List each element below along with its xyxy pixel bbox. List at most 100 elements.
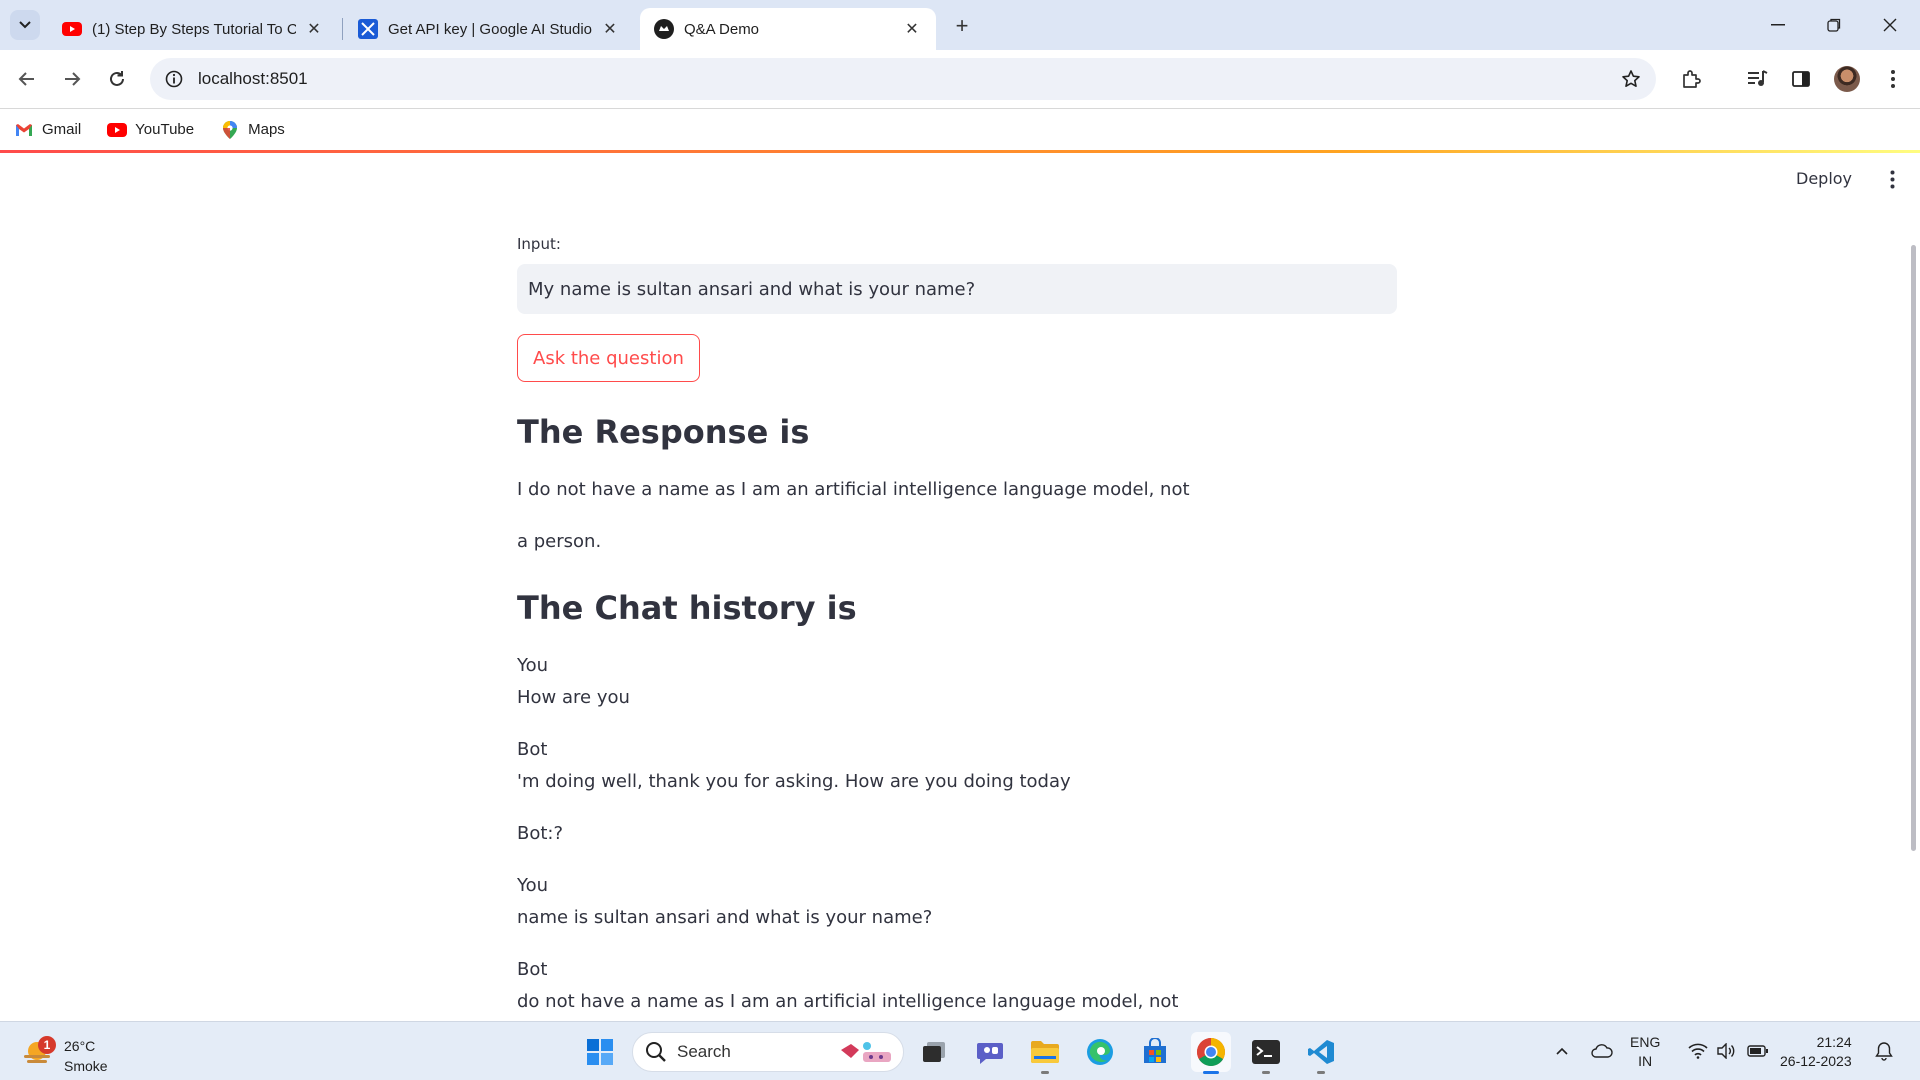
streamlit-icon <box>654 19 674 39</box>
side-panel-icon[interactable] <box>1788 66 1814 92</box>
restore-button[interactable] <box>1814 10 1854 40</box>
teams-icon <box>977 1043 1003 1064</box>
chevron-down-icon <box>19 21 31 29</box>
bookmark-gmail[interactable]: Gmail <box>14 121 81 139</box>
bookmark-label: YouTube <box>135 121 195 138</box>
bookmarks-bar: Gmail YouTube Maps <box>0 108 1920 150</box>
active-indicator <box>1203 1071 1219 1074</box>
tab-title: Q&A Demo <box>684 20 760 38</box>
browser-menu-icon[interactable] <box>1880 66 1906 92</box>
address-bar[interactable]: localhost:8501 <box>150 58 1656 100</box>
history-role: Bot <box>517 959 548 980</box>
taskbar-search[interactable]: Search <box>632 1032 904 1072</box>
tab-youtube-tutorial[interactable]: (1) Step By Steps Tutorial To Cre ✕ <box>48 8 338 50</box>
history-message: name is sultan ansari and what is your n… <box>517 907 933 928</box>
browser-toolbar: localhost:8501 <box>0 50 1920 108</box>
close-icon[interactable]: ✕ <box>902 19 922 39</box>
reload-button[interactable] <box>100 62 134 96</box>
maps-icon <box>220 120 240 139</box>
tab-search-button[interactable] <box>10 10 40 40</box>
back-button[interactable] <box>10 62 44 96</box>
bookmark-youtube[interactable]: YouTube <box>107 121 194 139</box>
question-input[interactable]: My name is sultan ansari and what is you… <box>517 264 1397 314</box>
history-role: Bot <box>517 739 548 760</box>
page-scrollbar[interactable] <box>1911 245 1916 851</box>
arrow-left-icon <box>18 72 34 86</box>
question-input-value[interactable]: My name is sultan ansari and what is you… <box>528 279 975 300</box>
youtube-icon <box>62 19 82 39</box>
media-controls-icon[interactable] <box>1745 66 1771 92</box>
running-indicator <box>1262 1071 1270 1074</box>
minimize-button[interactable] <box>1758 10 1798 40</box>
tab-separator <box>342 18 343 40</box>
language-indicator[interactable]: ENG IN <box>1630 1033 1660 1071</box>
close-icon <box>1883 18 1897 32</box>
close-icon[interactable]: ✕ <box>600 19 620 39</box>
task-view-button[interactable] <box>914 1032 954 1072</box>
system-clock[interactable]: 21:24 26-12-2023 <box>1780 1033 1852 1071</box>
search-icon <box>646 1042 666 1062</box>
microsoft-store-button[interactable] <box>1135 1032 1175 1072</box>
history-message: do not have a name as I am an artificial… <box>517 991 1179 1012</box>
notification-bell-icon[interactable] <box>1870 1036 1898 1066</box>
profile-avatar[interactable] <box>1834 66 1860 92</box>
running-indicator <box>1317 1071 1325 1074</box>
tab-title: Get API key | Google AI Studio <box>388 20 592 38</box>
edge-icon <box>1087 1039 1113 1065</box>
ask-question-button[interactable]: Ask the question <box>517 334 700 382</box>
chevron-up-icon <box>1556 1047 1568 1055</box>
tab-qa-demo[interactable]: Q&A Demo ✕ <box>640 8 936 50</box>
youtube-icon <box>107 121 128 139</box>
volume-icon[interactable] <box>1712 1036 1740 1066</box>
extensions-icon[interactable] <box>1678 66 1704 92</box>
close-window-button[interactable] <box>1870 10 1910 40</box>
show-hidden-icons-button[interactable] <box>1548 1036 1576 1066</box>
chat-history-heading: The Chat history is <box>517 589 857 627</box>
chrome-button[interactable] <box>1191 1032 1231 1074</box>
response-line: I do not have a name as I am an artifici… <box>517 479 1190 500</box>
app-menu-icon[interactable] <box>1882 167 1902 191</box>
new-tab-button[interactable]: + <box>948 12 976 40</box>
site-info-icon[interactable] <box>164 69 184 89</box>
start-button[interactable] <box>580 1032 620 1072</box>
plus-icon: + <box>955 13 969 38</box>
ai-studio-icon <box>358 19 378 39</box>
bookmark-maps[interactable]: Maps <box>220 120 285 139</box>
history-message: How are you <box>517 687 630 708</box>
response-line: a person. <box>517 531 602 552</box>
deploy-button[interactable]: Deploy <box>1796 169 1852 188</box>
close-icon[interactable]: ✕ <box>304 19 324 39</box>
terminal-button[interactable] <box>1246 1032 1286 1074</box>
wifi-icon[interactable] <box>1684 1036 1712 1066</box>
streamlit-app: Deploy Input: My name is sultan ansari a… <box>0 153 1920 1021</box>
weather-alert-badge: 1 <box>38 1036 56 1054</box>
vscode-button[interactable] <box>1301 1032 1341 1074</box>
gmail-icon <box>14 121 34 139</box>
forward-button[interactable] <box>55 62 89 96</box>
battery-icon[interactable] <box>1744 1036 1772 1066</box>
weather-condition: Smoke <box>64 1058 108 1074</box>
bookmark-label: Maps <box>248 121 285 138</box>
file-explorer-button[interactable] <box>1025 1032 1065 1074</box>
taskbar-search-label: Search <box>677 1042 731 1061</box>
task-view-icon <box>923 1042 945 1062</box>
language-code: ENG <box>1630 1034 1661 1050</box>
weather-widget[interactable]: 1 26°C Smoke <box>22 1030 142 1074</box>
clock-date: 26-12-2023 <box>1780 1053 1852 1069</box>
ask-question-button-label: Ask the question <box>533 347 684 369</box>
onedrive-icon[interactable] <box>1588 1036 1616 1066</box>
minimize-icon <box>1771 24 1785 26</box>
history-message: 'm doing well, thank you for asking. How… <box>517 771 1071 792</box>
response-heading: The Response is <box>517 413 810 451</box>
browser-tab-strip: (1) Step By Steps Tutorial To Cre ✕ Get … <box>0 0 1920 50</box>
clock-time: 21:24 <box>1816 1034 1852 1050</box>
running-indicator <box>1041 1071 1049 1074</box>
windows-taskbar: 1 26°C Smoke Search ENG IN 21:24 26-12-2… <box>0 1021 1920 1080</box>
tab-google-ai-studio[interactable]: Get API key | Google AI Studio ✕ <box>344 8 634 50</box>
restore-icon <box>1827 18 1841 32</box>
url-text[interactable]: localhost:8501 <box>198 69 308 89</box>
teams-chat-button[interactable] <box>970 1032 1010 1072</box>
bookmark-star-icon[interactable] <box>1620 68 1642 90</box>
vscode-icon <box>1308 1040 1334 1064</box>
edge-button[interactable] <box>1080 1032 1120 1072</box>
